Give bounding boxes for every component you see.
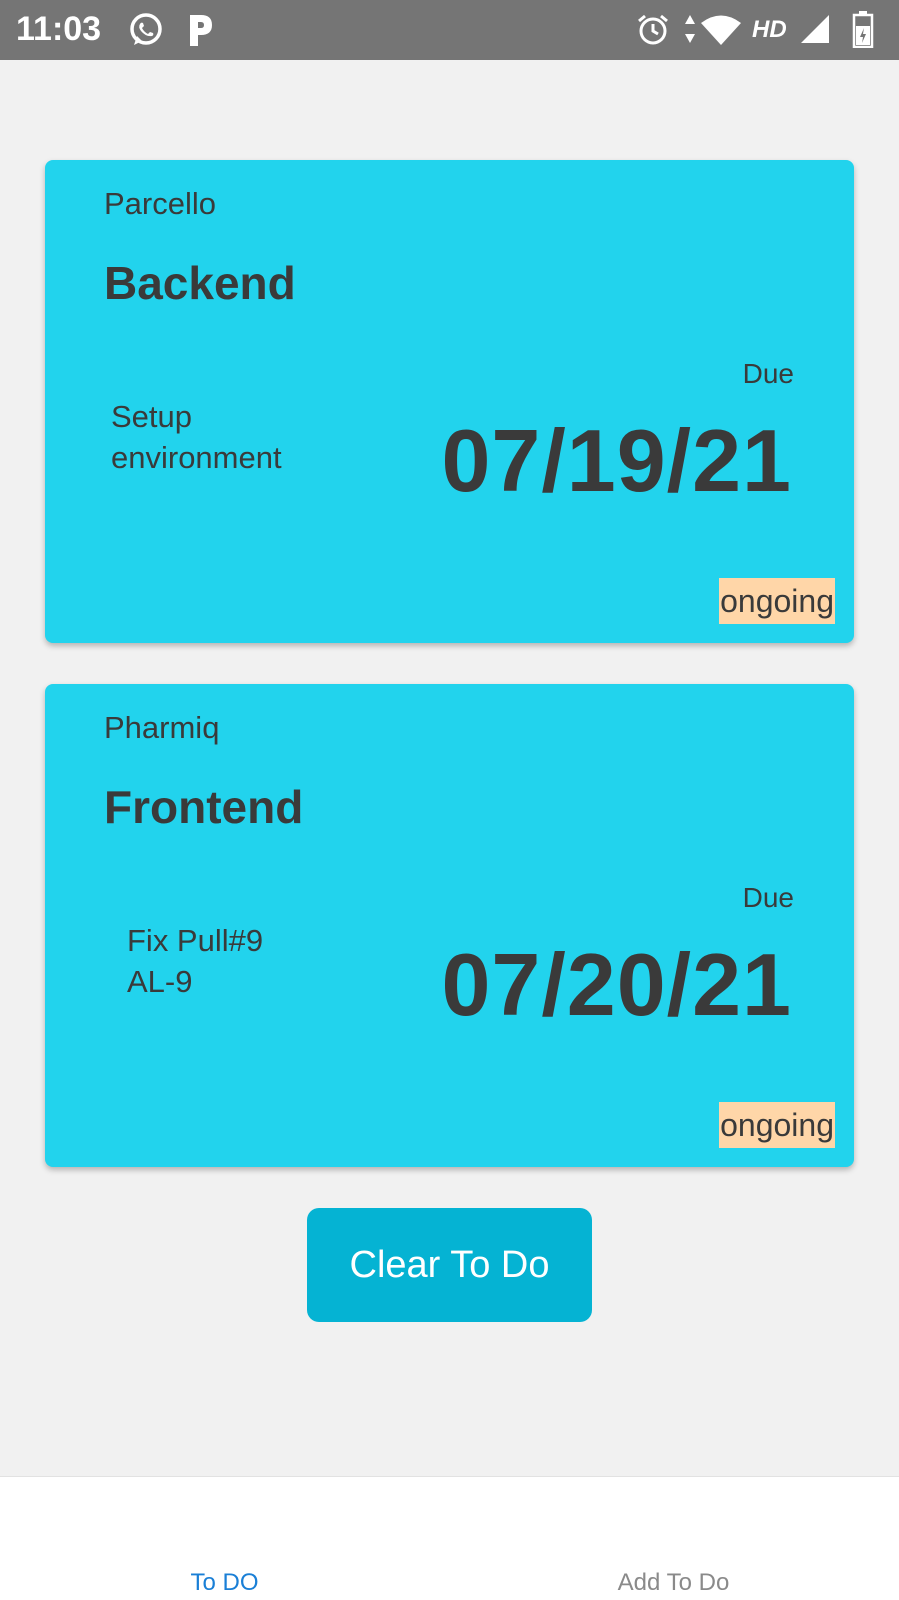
due-date: 07/19/21 xyxy=(441,411,792,510)
todo-title: Frontend xyxy=(104,781,304,833)
todo-description: Setup environment xyxy=(111,396,282,478)
battery-icon xyxy=(852,10,874,53)
wifi-icon xyxy=(700,14,742,51)
todo-description-line: Fix Pull#9 xyxy=(127,923,264,958)
status-badge: ongoing xyxy=(719,1102,835,1148)
clear-todo-button[interactable]: Clear To Do xyxy=(307,1208,592,1322)
tab-add-todo[interactable]: Add To Do xyxy=(449,1477,898,1600)
cell-signal-icon xyxy=(800,14,830,49)
todo-card[interactable]: Pharmiq Frontend Fix Pull#9 AL-9 Due 07/… xyxy=(45,684,854,1167)
due-label: Due xyxy=(742,358,794,389)
project-name: Pharmiq xyxy=(104,710,220,745)
due-date: 07/20/21 xyxy=(441,935,792,1034)
todo-title: Backend xyxy=(104,257,296,309)
todo-description-line: Setup xyxy=(111,399,193,434)
tab-todo[interactable]: To DO xyxy=(0,1477,449,1600)
todo-description-line: AL-9 xyxy=(127,964,193,999)
status-badge: ongoing xyxy=(719,578,835,624)
data-transfer-icon xyxy=(684,14,696,49)
todo-card[interactable]: Parcello Backend Setup environment Due 0… xyxy=(45,160,854,643)
project-name: Parcello xyxy=(104,186,216,221)
bottom-navigation: To DO Add To Do xyxy=(0,1476,899,1600)
parking-app-icon xyxy=(186,12,216,53)
todo-description-line: environment xyxy=(111,440,282,475)
alarm-icon xyxy=(636,13,670,52)
whatsapp-icon xyxy=(128,12,164,53)
tab-todo-label: To DO xyxy=(190,1569,259,1596)
status-time: 11:03 xyxy=(16,10,102,48)
due-label: Due xyxy=(742,882,794,913)
status-bar: 11:03 HD xyxy=(0,0,899,60)
network-type-label: HD xyxy=(752,16,787,43)
todo-description: Fix Pull#9 AL-9 xyxy=(127,920,263,1002)
tab-add-todo-label: Add To Do xyxy=(617,1569,730,1596)
